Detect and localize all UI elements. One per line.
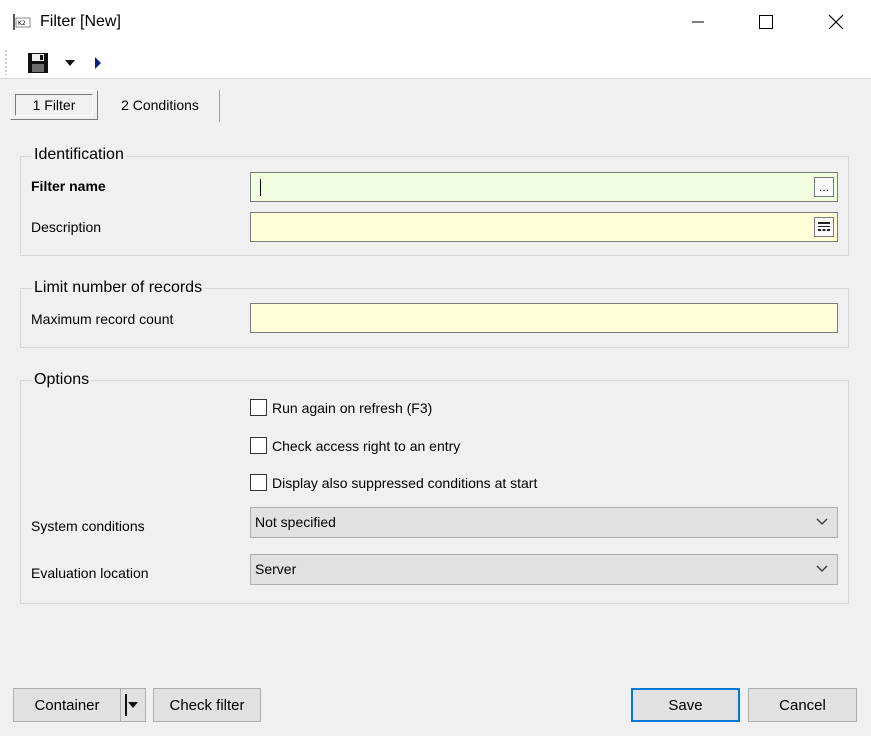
close-icon [828, 14, 844, 30]
close-button[interactable] [813, 0, 859, 44]
caret-down-icon[interactable] [64, 59, 76, 67]
tab-filter-label: 1 Filter [32, 97, 76, 113]
container-button[interactable]: Container [13, 688, 121, 722]
filter-name-label: Filter name [31, 178, 106, 194]
evaluation-location-select[interactable]: Server [250, 554, 838, 585]
maximize-button[interactable] [743, 0, 789, 44]
options-title: Options [32, 371, 92, 389]
list-icon [818, 222, 830, 231]
chevron-down-icon [816, 565, 828, 572]
check-filter-label: Check filter [169, 696, 245, 714]
check-access-label: Check access right to an entry [272, 437, 461, 454]
display-suppressed-checkbox[interactable]: Display also suppressed conditions at st… [250, 474, 537, 491]
tab-filter[interactable]: 1 Filter [10, 90, 98, 120]
checkbox-box[interactable] [250, 399, 267, 416]
maximize-icon [759, 15, 773, 29]
toolbar [0, 44, 871, 79]
check-access-checkbox[interactable]: Check access right to an entry [250, 437, 460, 454]
cancel-label: Cancel [779, 696, 826, 714]
tab-conditions[interactable]: 2 Conditions [100, 90, 220, 120]
container-label: Container [34, 696, 100, 714]
save-button[interactable]: Save [631, 688, 740, 722]
window-title: Filter [New] [40, 13, 121, 30]
tab-separator [219, 90, 220, 122]
evaluation-location-label: Evaluation location [31, 565, 149, 581]
description-label: Description [31, 219, 102, 235]
toolbar-grip[interactable] [5, 49, 7, 75]
max-record-count-label: Maximum record count [31, 311, 174, 327]
save-label: Save [668, 696, 703, 714]
svg-text:K2: K2 [18, 20, 26, 27]
display-suppressed-label: Display also suppressed conditions at st… [272, 474, 538, 491]
system-conditions-value: Not specified [255, 514, 336, 530]
evaluation-location-value: Server [255, 561, 297, 577]
description-input[interactable] [250, 212, 838, 242]
identification-title: Identification [32, 146, 126, 164]
minimize-button[interactable] [675, 0, 721, 44]
floppy-disk-icon[interactable] [27, 52, 49, 74]
title-bar: K2 Filter [New] [0, 0, 871, 44]
play-arrow-icon[interactable] [94, 56, 102, 70]
chevron-down-icon [816, 518, 828, 525]
limit-title: Limit number of records [32, 279, 205, 297]
minimize-icon [692, 21, 704, 23]
description-editor-button[interactable] [814, 217, 834, 237]
container-dropdown-button[interactable] [120, 688, 146, 722]
ellipsis-text: ... [818, 180, 829, 194]
caret-down-icon [128, 702, 138, 708]
split-divider [125, 694, 127, 716]
run-again-label: Run again on refresh (F3) [272, 399, 433, 416]
run-again-checkbox[interactable]: Run again on refresh (F3) [250, 399, 432, 416]
checkbox-box[interactable] [250, 437, 267, 454]
ellipsis-button[interactable]: ... [814, 177, 834, 197]
tab-conditions-label: 2 Conditions [121, 97, 199, 113]
k2-app-icon: K2 [13, 14, 31, 30]
cancel-button[interactable]: Cancel [748, 688, 857, 722]
filter-name-input[interactable]: ... [250, 172, 838, 202]
max-record-count-input[interactable] [250, 303, 838, 333]
system-conditions-label: System conditions [31, 518, 145, 534]
check-filter-button[interactable]: Check filter [153, 688, 261, 722]
system-conditions-select[interactable]: Not specified [250, 507, 838, 538]
text-caret [260, 179, 261, 196]
checkbox-box[interactable] [250, 474, 267, 491]
